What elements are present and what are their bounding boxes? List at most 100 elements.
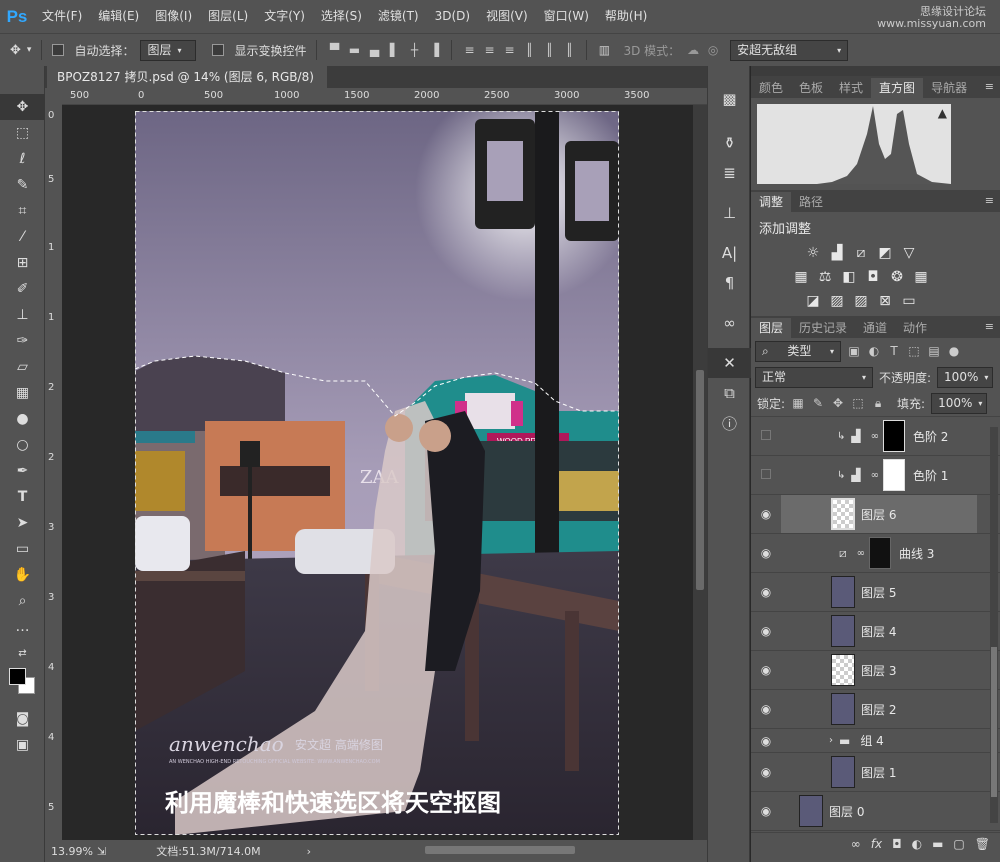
fill-field[interactable]: 100% ▾	[931, 392, 988, 414]
color-swatches[interactable]	[0, 666, 44, 706]
menu-select[interactable]: 选择(S)	[313, 0, 370, 33]
crop-tool-icon[interactable]: ⌗	[0, 198, 45, 224]
lock-transparent-icon[interactable]: ▦	[791, 396, 805, 410]
opacity-field[interactable]: 100% ▾	[937, 366, 994, 388]
eraser-tool-icon[interactable]: ▱	[0, 354, 45, 380]
channel-mixer-icon[interactable]: ❂	[885, 265, 909, 289]
screen-mode-icon[interactable]: ▣	[0, 732, 45, 758]
layer-filter-dropdown[interactable]: ⌕ 类型 ▾	[755, 340, 841, 362]
dropdown-arrow-icon[interactable]: ▾	[27, 45, 32, 55]
panel-menu-icon[interactable]: ≡	[985, 320, 994, 333]
eyedropper-tool-icon[interactable]: ⁄	[0, 224, 45, 250]
layer-row[interactable]: ◉ 图层 6	[751, 495, 1000, 534]
hand-tool-icon[interactable]: ✋	[0, 562, 45, 588]
color-lookup-icon[interactable]: ▦	[909, 265, 933, 289]
3d-orbit-icon[interactable]: ☁	[686, 43, 700, 57]
clone-source-icon[interactable]: ⊥	[708, 198, 751, 228]
auto-select-dropdown[interactable]: 图层 ▾	[140, 39, 197, 61]
align-top-icon[interactable]: ▀	[327, 43, 341, 57]
filter-toggle-icon[interactable]: ●	[947, 344, 961, 358]
layer-row[interactable]: ◉ 图层 5	[751, 573, 1000, 612]
eye-icon[interactable]: ◉	[751, 804, 781, 818]
type-tool-icon[interactable]: T	[0, 484, 45, 510]
vertical-scrollbar[interactable]	[693, 105, 707, 840]
color-balance-icon[interactable]: ⚖	[813, 265, 837, 289]
distribute-hcenter-icon[interactable]: ║	[542, 43, 556, 57]
layer-row[interactable]: ◉ 图层 2	[751, 690, 1000, 729]
menu-view[interactable]: 视图(V)	[478, 0, 536, 33]
eye-icon[interactable]: ◉	[751, 585, 781, 599]
move-tool-icon[interactable]: ✥	[0, 94, 45, 120]
trash-icon[interactable]: 🗑︎	[975, 837, 990, 851]
layer-row[interactable]: ◉ 图层 4	[751, 612, 1000, 651]
layer-row[interactable]: ↳ ▟ ∞ 色阶 1	[751, 456, 1000, 495]
brightness-icon[interactable]: ☼	[801, 241, 825, 265]
share-icon[interactable]: ⇲	[97, 845, 106, 858]
filter-pixel-icon[interactable]: ▣	[847, 344, 861, 358]
zoom-level[interactable]: 13.99%	[51, 845, 93, 858]
menu-file[interactable]: 文件(F)	[34, 0, 90, 33]
eye-icon[interactable]: ◉	[751, 663, 781, 677]
menu-3d[interactable]: 3D(D)	[427, 0, 478, 33]
align-hcenter-icon[interactable]: ┼	[407, 43, 421, 57]
menu-help[interactable]: 帮助(H)	[597, 0, 655, 33]
swap-colors-icon[interactable]: ⇄	[0, 640, 45, 666]
menu-filter[interactable]: 滤镜(T)	[370, 0, 427, 33]
layer-row[interactable]: ◉ 图层 3	[751, 651, 1000, 690]
vibrance-icon[interactable]: ▽	[897, 241, 921, 265]
layer-row[interactable]: ◉ ⧄ ∞ 曲线 3	[751, 534, 1000, 573]
document-tab[interactable]: BPOZ8127 拷贝.psd @ 14% (图层 6, RGB/8) *✕	[47, 66, 327, 106]
menu-type[interactable]: 文字(Y)	[256, 0, 313, 33]
blend-mode-dropdown[interactable]: 正常 ▾	[755, 366, 873, 388]
exposure-icon[interactable]: ◩	[873, 241, 897, 265]
eye-icon[interactable]: ◉	[751, 624, 781, 638]
layer-row[interactable]: ↳ ▟ ∞ 色阶 2	[751, 417, 1000, 456]
align-right-icon[interactable]: ▐	[427, 43, 441, 57]
move-tool-icon[interactable]: ✥	[10, 43, 21, 58]
character-icon[interactable]: A|	[708, 238, 751, 268]
invert-icon[interactable]: ◪	[801, 289, 825, 313]
path-select-tool-icon[interactable]: ➤	[0, 510, 45, 536]
blur-tool-icon[interactable]: ●	[0, 406, 45, 432]
marquee-tool-icon[interactable]: ⬚	[0, 120, 45, 146]
brush-tool-icon[interactable]: ✐	[0, 276, 45, 302]
black-white-icon[interactable]: ◧	[837, 265, 861, 289]
workspace-dropdown[interactable]: 安超无敌组 ▾	[730, 39, 849, 61]
eye-icon[interactable]: ◉	[751, 507, 781, 521]
levels-icon[interactable]: ▟	[825, 241, 849, 265]
selective-color-icon[interactable]: ⊠	[873, 289, 897, 313]
menu-window[interactable]: 窗口(W)	[536, 0, 597, 33]
panel-menu-icon[interactable]: ≡	[985, 194, 994, 207]
filter-shape-icon[interactable]: ⬚	[907, 344, 921, 358]
align-vcenter-icon[interactable]: ▬	[347, 43, 361, 57]
gradient-tool-icon[interactable]: ▦	[0, 380, 45, 406]
tab-layers[interactable]: 图层	[751, 318, 792, 338]
link-layers-icon[interactable]: ∞	[851, 837, 861, 851]
clone-stamp-tool-icon[interactable]: ⊥	[0, 302, 45, 328]
tools-presets-icon[interactable]: ✕	[708, 348, 751, 378]
menu-layer[interactable]: 图层(L)	[200, 0, 256, 33]
show-transform-checkbox[interactable]	[212, 44, 225, 56]
lasso-tool-icon[interactable]: ℓ	[0, 146, 45, 172]
new-adjustment-icon[interactable]: ◐	[912, 837, 922, 851]
history-brush-tool-icon[interactable]: ✑	[0, 328, 45, 354]
new-layer-icon[interactable]: ▢	[953, 837, 964, 851]
distribute-bottom-icon[interactable]: ≡	[502, 43, 516, 57]
filter-smart-icon[interactable]: ▤	[927, 344, 941, 358]
eye-icon[interactable]: ◉	[751, 546, 781, 560]
layer-row[interactable]: ◉ 图层 1	[751, 753, 1000, 792]
menu-edit[interactable]: 编辑(E)	[90, 0, 147, 33]
tab-paths[interactable]: 路径	[791, 192, 831, 212]
rectangle-tool-icon[interactable]: ▭	[0, 536, 45, 562]
auto-align-icon[interactable]: ▥	[597, 43, 611, 57]
visibility-toggle[interactable]	[751, 429, 781, 443]
layer-row[interactable]: ◉ 图层 0	[751, 792, 1000, 831]
3d-icon[interactable]: ⧉	[708, 378, 751, 408]
chevron-right-icon[interactable]: ›	[307, 845, 311, 858]
filter-type-icon[interactable]: T	[887, 344, 901, 358]
warning-icon[interactable]: ▲	[938, 106, 947, 120]
quick-select-tool-icon[interactable]: ✎	[0, 172, 45, 198]
distribute-vcenter-icon[interactable]: ≡	[482, 43, 496, 57]
layer-group-row[interactable]: ◉ › ▬ 组 4	[751, 729, 1000, 753]
info-icon[interactable]: ⓘ	[708, 408, 751, 438]
